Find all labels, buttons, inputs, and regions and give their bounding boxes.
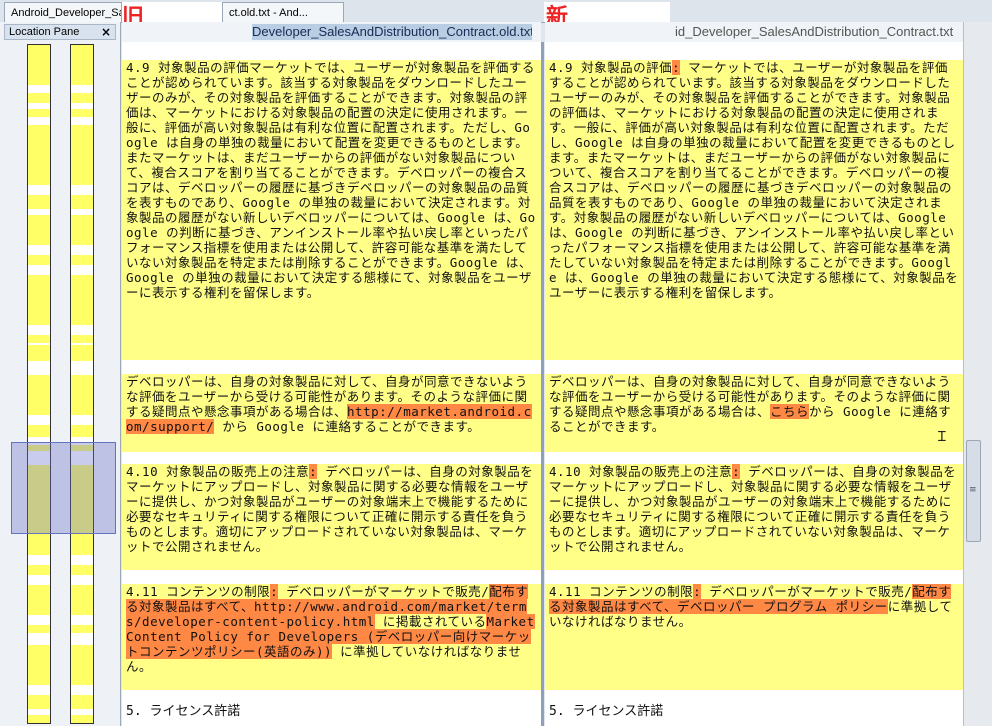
diff-highlight: : <box>270 584 279 599</box>
paragraph: デベロッパーは、自身の対象製品に対して、自身が同意できないような評価をユーザーか… <box>549 374 959 434</box>
grip-icon: ≡ <box>969 485 977 495</box>
diff-marker <box>28 345 50 361</box>
left-file-header: Developer_SalesAndDistribution_Contract.… <box>122 22 541 43</box>
diff-marker <box>28 695 50 709</box>
diff-marker <box>28 715 50 723</box>
diff-marker <box>71 93 93 103</box>
diff-marker <box>71 335 93 343</box>
diff-block: 4.11 コンテンツの制限: デベロッパーがマーケットで販売/配布する対象製品は… <box>545 584 963 690</box>
scrollbar-thumb[interactable]: ≡ <box>966 440 981 542</box>
diff-block: デベロッパーは、自身の対象製品に対して、自身が同意できないような評価をユーザーか… <box>545 374 963 452</box>
tab-old-file[interactable]: Android_Developer_Sa <box>4 2 122 22</box>
diff-marker <box>71 375 93 415</box>
diff-marker <box>28 375 50 415</box>
diff-marker <box>28 425 50 437</box>
diff-block: 4.11 コンテンツの制限: デベロッパーがマーケットで販売/配布する対象製品は… <box>122 584 541 690</box>
diff-marker <box>71 695 93 709</box>
paragraph: 4.11 コンテンツの制限: デベロッパーがマーケットで販売/配布する対象製品は… <box>549 584 959 629</box>
diff-highlight: : <box>693 584 702 599</box>
diff-marker <box>28 275 50 325</box>
diff-marker <box>71 109 93 117</box>
text-run: デベロッパーがマーケットで販売/ <box>701 584 913 599</box>
diff-marker <box>71 585 93 615</box>
text-run: デベロッパーがマーケットで販売/ <box>278 584 490 599</box>
diff-highlight: こちら <box>770 404 810 419</box>
diff-marker <box>71 625 93 633</box>
tab-bar: Android_Developer_Sa ct.old.txt - And... <box>0 0 992 23</box>
paragraph: 4.9 対象製品の評価マーケットでは、ユーザーが対象製品を評価することが認められ… <box>126 60 536 300</box>
diff-marker <box>71 645 93 685</box>
left-file-name: Developer_SalesAndDistribution_Contract.… <box>252 24 532 40</box>
location-track-left[interactable] <box>27 44 51 724</box>
diff-marker <box>28 195 50 209</box>
location-track-right[interactable] <box>70 44 94 724</box>
diff-block: 4.10 対象製品の販売上の注意: デベロッパーは、自身の対象製品をマーケットに… <box>122 464 541 570</box>
diff-marker <box>71 125 93 185</box>
text-run: 4.10 対象製品の販売上の注意 <box>126 464 310 479</box>
diff-marker <box>28 585 50 615</box>
diff-highlight: : <box>309 464 318 479</box>
diff-marker <box>71 195 93 209</box>
diff-block: 4.10 対象製品の販売上の注意: デベロッパーは、自身の対象製品をマーケットに… <box>545 464 963 570</box>
location-pane-header: Location Pane × <box>4 24 116 40</box>
location-pane-title: Location Pane <box>9 26 80 38</box>
text-run: 4.11 コンテンツの制限 <box>549 584 694 599</box>
diff-marker <box>71 565 93 575</box>
diff-highlight: : <box>732 464 741 479</box>
location-viewport-indicator[interactable] <box>11 442 116 534</box>
right-text-pane[interactable]: 4.9 対象製品の評価: マーケットでは、ユーザーが対象製品を評価することが認め… <box>545 42 963 726</box>
section-heading: 5. ライセンス許諾 <box>126 704 241 719</box>
right-file-name: id_Developer_SalesAndDistribution_Contra… <box>675 24 954 39</box>
diff-marker <box>71 425 93 437</box>
close-icon[interactable]: × <box>101 25 111 39</box>
diff-marker <box>28 93 50 103</box>
diff-block: デベロッパーは、自身の対象製品に対して、自身が同意できないような評価をユーザーか… <box>122 374 541 452</box>
paragraph: 4.11 コンテンツの制限: デベロッパーがマーケットで販売/配布する対象製品は… <box>126 584 537 674</box>
text-cursor-icon: Ɪ <box>938 429 946 445</box>
location-pane: Location Pane × <box>0 22 121 726</box>
tab-compare-title[interactable]: ct.old.txt - And... <box>222 2 344 22</box>
diff-block: 4.9 対象製品の評価: マーケットでは、ユーザーが対象製品を評価することが認め… <box>545 60 963 360</box>
paragraph: 4.9 対象製品の評価: マーケットでは、ユーザーが対象製品を評価することが認め… <box>549 60 959 300</box>
diff-marker <box>71 715 93 723</box>
paragraph: 4.10 対象製品の販売上の注意: デベロッパーは、自身の対象製品をマーケットに… <box>549 464 959 554</box>
section-heading: 5. ライセンス許諾 <box>549 704 664 719</box>
diff-marker <box>71 255 93 265</box>
diff-block: 4.9 対象製品の評価マーケットでは、ユーザーが対象製品を評価することが認められ… <box>122 60 541 360</box>
diff-marker <box>28 109 50 117</box>
diff-marker <box>71 45 93 85</box>
diff-marker <box>28 125 50 185</box>
text-run: 4.9 対象製品の評価 <box>549 60 673 75</box>
text-run: に掲載されている <box>374 614 487 629</box>
diff-marker <box>71 345 93 361</box>
paragraph: 4.10 対象製品の販売上の注意: デベロッパーは、自身の対象製品をマーケットに… <box>126 464 537 554</box>
vertical-scrollbar[interactable]: ≡ <box>963 22 992 726</box>
right-file-header: id_Developer_SalesAndDistribution_Contra… <box>545 22 963 43</box>
diff-marker <box>71 215 93 245</box>
paragraph: デベロッパーは、自身の対象製品に対して、自身が同意できないような評価をユーザーか… <box>126 374 537 434</box>
diff-marker <box>71 275 93 325</box>
diff-marker <box>28 625 50 633</box>
left-text-pane[interactable]: 4.9 対象製品の評価マーケットでは、ユーザーが対象製品を評価することが認められ… <box>122 42 544 726</box>
diff-marker <box>28 645 50 685</box>
diff-marker <box>28 215 50 245</box>
diff-marker <box>28 565 50 575</box>
diff-highlight: : <box>672 60 681 75</box>
text-run: マーケットでは、ユーザーが対象製品を評価することが認められています。該当する対象… <box>549 60 959 300</box>
text-run: 4.10 対象製品の販売上の注意 <box>549 464 733 479</box>
text-run: から Google に連絡することができます。 <box>214 419 481 434</box>
diff-marker <box>28 45 50 85</box>
diff-marker <box>28 335 50 343</box>
text-run: 4.11 コンテンツの制限 <box>126 584 271 599</box>
diff-marker <box>28 255 50 265</box>
